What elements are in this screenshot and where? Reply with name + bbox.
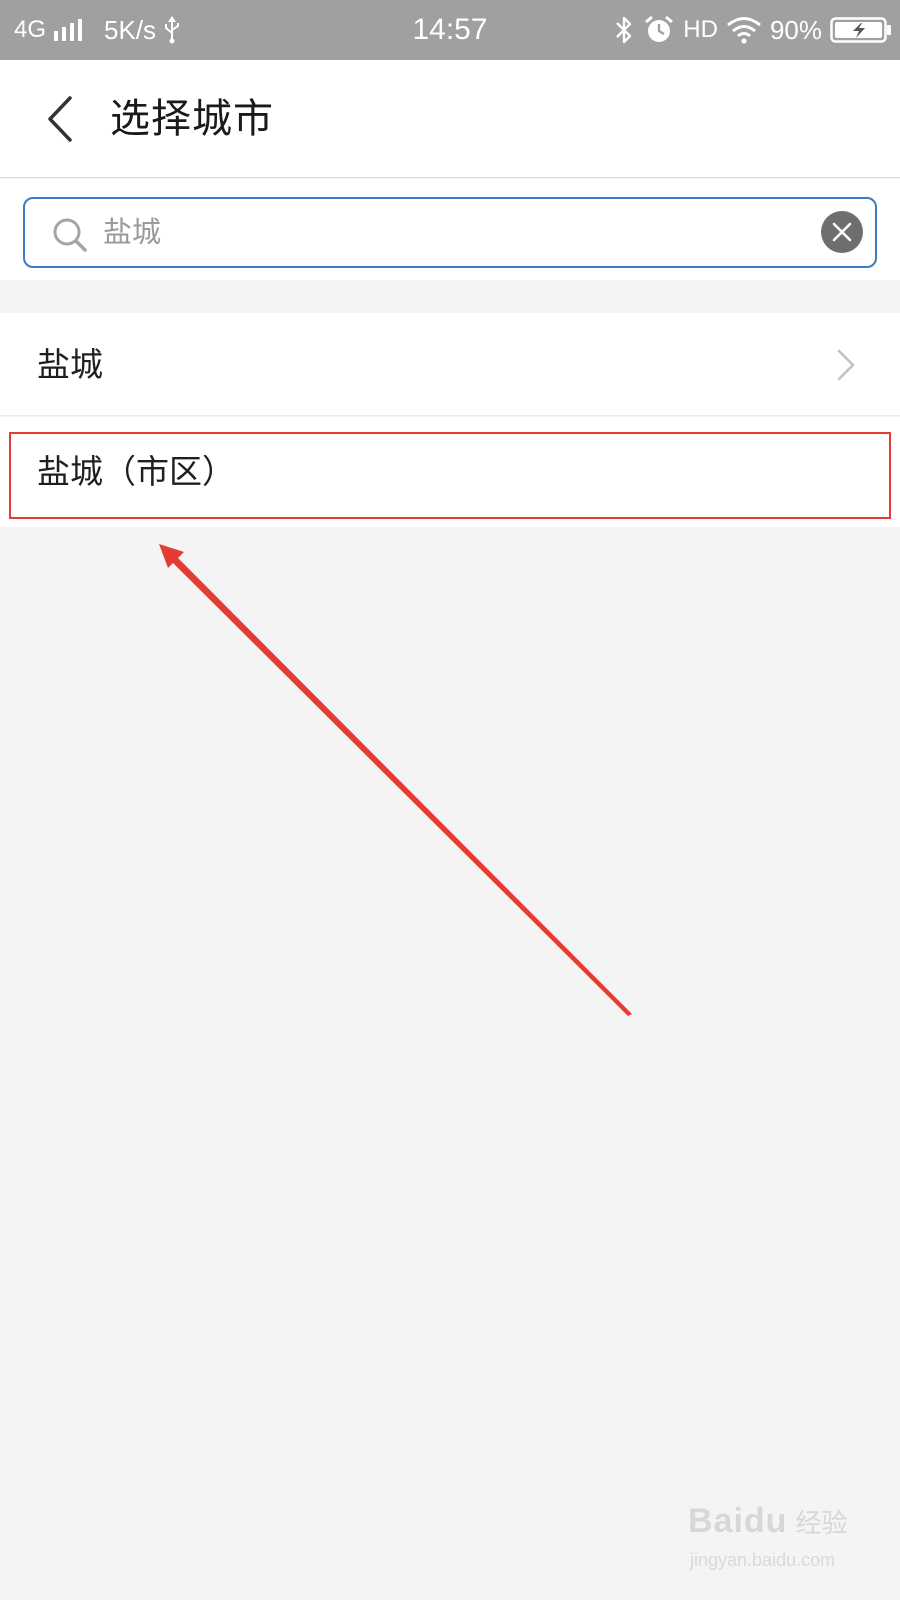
signal-icon xyxy=(52,17,88,43)
list-item[interactable]: 盐城（市区） xyxy=(0,417,900,527)
page-title: 选择城市 xyxy=(110,96,274,142)
battery-percent: 90% xyxy=(769,15,822,45)
watermark-brand: Baidu 经验 xyxy=(688,1502,847,1541)
watermark-brand-letters: Baidu xyxy=(688,1502,788,1540)
baidu-watermark: Baidu 经验 jingyan.baidu.com xyxy=(688,1500,878,1580)
network-type: 4G xyxy=(14,16,47,43)
list-item[interactable]: 盐城 xyxy=(0,313,900,416)
search-input[interactable]: 盐城 xyxy=(23,197,877,268)
watermark-url: jingyan.baidu.com xyxy=(690,1550,836,1570)
search-value: 盐城 xyxy=(103,215,162,249)
list-item-label: 盐城 xyxy=(37,345,103,384)
chevron-right-icon xyxy=(837,349,855,381)
status-bar: 4G 5K/s 14:57 HD 90% xyxy=(0,0,900,60)
header-bar: 选择城市 xyxy=(0,60,900,178)
usb-icon xyxy=(162,15,182,45)
status-bar-right: HD 90% xyxy=(613,0,900,60)
search-area: 盐城 xyxy=(0,179,900,280)
hd-indicator: HD xyxy=(683,16,718,43)
clear-icon xyxy=(832,222,852,242)
search-icon xyxy=(53,218,87,252)
watermark-brand-cn: 经验 xyxy=(795,1509,848,1539)
bluetooth-icon xyxy=(613,14,635,46)
back-button[interactable] xyxy=(30,86,90,152)
list-item-label: 盐城（市区） xyxy=(37,452,235,491)
status-bar-left: 4G 5K/s xyxy=(14,0,182,60)
clear-search-button[interactable] xyxy=(821,211,863,253)
network-speed: 5K/s xyxy=(104,15,157,45)
wifi-icon xyxy=(726,16,762,44)
alarm-icon xyxy=(643,14,675,46)
battery-charging-icon xyxy=(830,17,892,43)
chevron-left-icon xyxy=(48,96,72,142)
